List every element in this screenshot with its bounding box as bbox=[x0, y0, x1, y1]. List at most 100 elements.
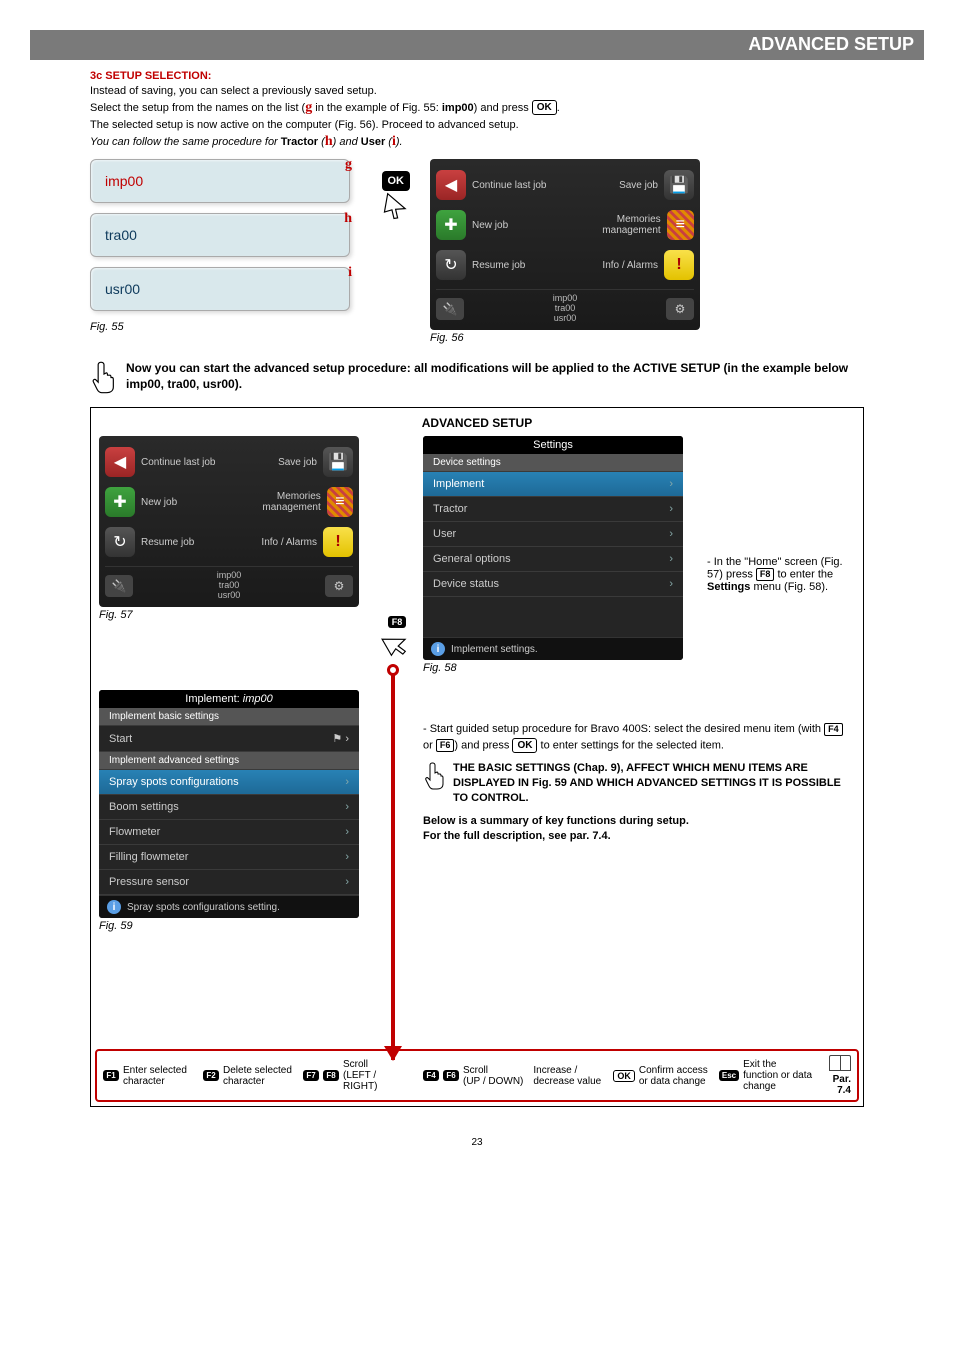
usb-icon[interactable]: 🔌 bbox=[436, 298, 464, 320]
alarm-icon[interactable]: ! bbox=[664, 250, 694, 280]
newjob-label: New job bbox=[472, 220, 508, 231]
usb-icon-57[interactable]: 🔌 bbox=[105, 575, 133, 597]
save-label: Save job bbox=[619, 180, 658, 191]
red-arrow-origin bbox=[387, 664, 399, 676]
par-ref: Par. 7.4 bbox=[829, 1055, 851, 1096]
chevron-right-icon: › bbox=[345, 876, 349, 888]
card-tra00[interactable]: tra00 h bbox=[90, 213, 350, 257]
page-number: 23 bbox=[90, 1137, 864, 1148]
ok-pill-2: OK bbox=[512, 738, 537, 753]
chevron-right-icon: › bbox=[345, 851, 349, 863]
resume-icon[interactable]: ↻ bbox=[436, 250, 466, 280]
advanced-setup-box: ADVANCED SETUP ◀Continue last jobSave jo… bbox=[90, 407, 864, 1107]
imp-inline: imp00 bbox=[442, 102, 474, 114]
letter-g: g bbox=[345, 157, 352, 173]
save-icon-57[interactable]: 💾 bbox=[323, 447, 353, 477]
active-setup-labels: imp00 tra00 usr00 bbox=[553, 294, 578, 324]
chevron-right-icon: › bbox=[345, 801, 349, 813]
t2c: ) and press bbox=[474, 102, 532, 114]
row-press[interactable]: Pressure sensor› bbox=[99, 870, 359, 895]
warn-block: THE BASIC SETTINGS (Chap. 9), AFFECT WHI… bbox=[423, 761, 855, 806]
t1: Instead of saving, you can select a prev… bbox=[90, 85, 377, 97]
key-footer: F1Enter selected character F2Delete sele… bbox=[95, 1049, 859, 1102]
f8-cursor-group: F8 bbox=[383, 616, 411, 658]
grp-adv: Implement advanced settings bbox=[99, 752, 359, 770]
fig57-screen: ◀Continue last jobSave job💾 ✚New jobMemo… bbox=[99, 436, 359, 607]
row-user[interactable]: User› bbox=[423, 522, 683, 547]
cursor-icon bbox=[380, 191, 412, 223]
kf-ok: OKConfirm access or data change bbox=[613, 1065, 709, 1087]
row-boom[interactable]: Boom settings› bbox=[99, 795, 359, 820]
fig57-column: ◀Continue last jobSave job💾 ✚New jobMemo… bbox=[99, 436, 369, 621]
memories-icon-57[interactable]: ≡ bbox=[327, 487, 353, 517]
kf-f4f6: F4F6Scroll(UP / DOWN) bbox=[423, 1065, 523, 1087]
section-3c-text: Instead of saving, you can select a prev… bbox=[90, 84, 864, 151]
resume-label: Resume job bbox=[472, 260, 525, 271]
ok-pill-1: OK bbox=[532, 100, 557, 115]
fig56-column: ◀Continue last job Save job💾 ✚New job Me… bbox=[430, 159, 700, 344]
chevron-right-icon: › bbox=[345, 776, 349, 788]
screen-bottom-row: 🔌 imp00 tra00 usr00 ⚙ bbox=[436, 289, 694, 324]
summary2: For the full description, see par. 7.4. bbox=[423, 829, 855, 844]
chevron-right-icon: › bbox=[345, 826, 349, 838]
t3: The selected setup is now active on the … bbox=[90, 119, 519, 131]
plus-icon-57[interactable]: ✚ bbox=[105, 487, 135, 517]
cursor-icon-2 bbox=[378, 625, 416, 663]
fig55-56-row: imp00 g tra00 h usr00 i Fig. 55 OK ◀Cont… bbox=[90, 159, 864, 344]
row-general[interactable]: General options› bbox=[423, 547, 683, 572]
fig59-column: Implement: imp00 Implement basic setting… bbox=[99, 682, 369, 932]
gear-icon[interactable]: ⚙ bbox=[666, 298, 694, 320]
f8-key-pill: F8 bbox=[756, 568, 775, 581]
summary1: Below is a summary of key functions duri… bbox=[423, 814, 855, 829]
resume-icon-57[interactable]: ↻ bbox=[105, 527, 135, 557]
ok-key-label: OK bbox=[382, 171, 411, 191]
continue-label: Continue last job bbox=[472, 180, 547, 191]
row-implement[interactable]: Implement› bbox=[423, 472, 683, 497]
card-tra00-label: tra00 bbox=[105, 227, 137, 243]
t2end: . bbox=[557, 102, 560, 114]
row-status[interactable]: Device status› bbox=[423, 572, 683, 597]
row-resume-info: ↻Resume job Info / Alarms! bbox=[436, 245, 694, 285]
row-continue-save: ◀ Continue last job Save job 💾 bbox=[436, 165, 694, 205]
card-usr00-label: usr00 bbox=[105, 281, 140, 297]
fig59-caption: Fig. 59 bbox=[99, 920, 369, 932]
kf-f7f8: F7F8Scroll(LEFT / RIGHT) bbox=[303, 1059, 413, 1092]
back-arrow-icon[interactable]: ◀ bbox=[436, 170, 466, 200]
page-title: ADVANCED SETUP bbox=[748, 34, 914, 55]
grp-basic: Implement basic settings bbox=[99, 708, 359, 726]
impl-title: Implement: imp00 bbox=[99, 690, 359, 708]
para2: - Start guided setup procedure for Bravo… bbox=[423, 722, 855, 753]
info-icon: i bbox=[431, 642, 445, 656]
red-arrow bbox=[391, 668, 395, 1060]
save-icon[interactable]: 💾 bbox=[664, 170, 694, 200]
back-arrow-icon-57[interactable]: ◀ bbox=[105, 447, 135, 477]
book-icon bbox=[829, 1055, 851, 1071]
row-start[interactable]: Start⚑ › bbox=[99, 726, 359, 752]
row-new-mem: ✚New job Memories management≡ bbox=[436, 205, 694, 245]
card-imp00[interactable]: imp00 g bbox=[90, 159, 350, 203]
row-tractor[interactable]: Tractor› bbox=[423, 497, 683, 522]
chevron-right-icon: › bbox=[669, 578, 673, 590]
fig58-column: Settings Device settings Implement› Trac… bbox=[423, 436, 693, 674]
fig57-caption: Fig. 57 bbox=[99, 609, 369, 621]
row-fill[interactable]: Filling flowmeter› bbox=[99, 845, 359, 870]
fig58-screen: Settings Device settings Implement› Trac… bbox=[423, 436, 683, 660]
chevron-right-icon: › bbox=[669, 553, 673, 565]
gear-icon-57[interactable]: ⚙ bbox=[325, 575, 353, 597]
section-3c-title: 3c SETUP SELECTION: bbox=[90, 70, 864, 82]
f6-pill: F6 bbox=[436, 739, 455, 752]
advanced-right-text: - Start guided setup procedure for Bravo… bbox=[423, 682, 855, 845]
pointing-hand-icon bbox=[90, 360, 118, 395]
letter-i: i bbox=[348, 265, 352, 281]
row-flow[interactable]: Flowmeter› bbox=[99, 820, 359, 845]
warn-text: THE BASIC SETTINGS (Chap. 9), AFFECT WHI… bbox=[453, 761, 855, 806]
row-spray[interactable]: Spray spots configurations› bbox=[99, 770, 359, 795]
advanced-second-row: Implement: imp00 Implement basic setting… bbox=[99, 682, 855, 932]
chevron-right-icon: › bbox=[669, 528, 673, 540]
card-usr00[interactable]: usr00 i bbox=[90, 267, 350, 311]
t4: You can follow the same procedure for Tr… bbox=[90, 136, 403, 148]
plus-icon[interactable]: ✚ bbox=[436, 210, 466, 240]
advanced-top-grid: ◀Continue last jobSave job💾 ✚New jobMemo… bbox=[99, 436, 855, 674]
alarm-icon-57[interactable]: ! bbox=[323, 527, 353, 557]
memories-icon[interactable]: ≡ bbox=[667, 210, 694, 240]
